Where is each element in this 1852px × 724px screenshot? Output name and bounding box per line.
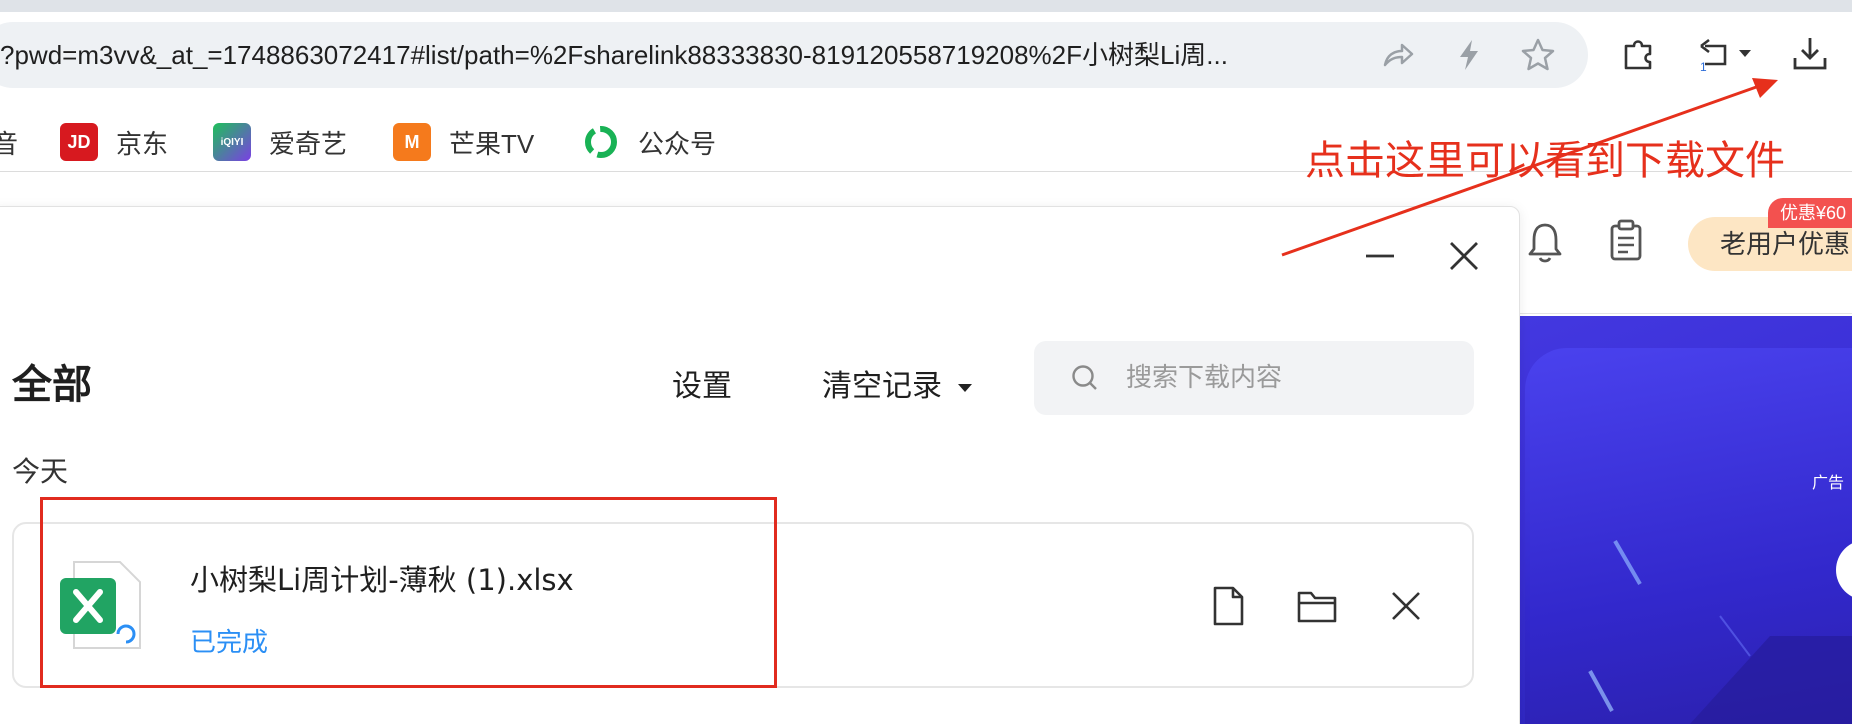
panel-title: 全部 [12, 362, 92, 408]
promo-badge: 优惠¥60 [1768, 198, 1852, 228]
address-url[interactable]: ?pwd=m3vv&_at_=1748863072417#list/path=%… [0, 22, 1330, 88]
bookmark-label: 爱奇艺 [269, 128, 348, 159]
minimize-icon[interactable] [1360, 236, 1400, 276]
open-file-icon[interactable] [1206, 584, 1250, 628]
bookmark-label: 芒果TV [449, 128, 535, 159]
bookmarks-bar: 音 JD 京东 iQIYI 爱奇艺 M 芒果TV 公众号 [0, 116, 900, 168]
close-icon[interactable] [1444, 236, 1484, 276]
share-icon[interactable] [1380, 37, 1416, 73]
clipboard-icon[interactable] [1606, 218, 1646, 262]
search-placeholder: 搜索下载内容 [1126, 363, 1283, 393]
annotation-text: 点击这里可以看到下载文件 [1305, 138, 1785, 184]
section-label-today: 今天 [12, 455, 69, 488]
address-bar[interactable]: ?pwd=m3vv&_at_=1748863072417#list/path=%… [0, 22, 1588, 88]
lightning-icon[interactable] [1451, 37, 1487, 73]
bookmark-jd[interactable]: JD 京东 [60, 116, 168, 168]
bookmark-iqiyi[interactable]: iQIYI 爱奇艺 [213, 116, 347, 168]
search-icon [1070, 363, 1100, 393]
bookmark-music[interactable]: 音 [0, 116, 18, 168]
iqiyi-logo-icon: iQIYI [213, 123, 251, 161]
bookmark-label: 音 [0, 128, 19, 159]
extensions-icon[interactable] [1618, 34, 1658, 74]
mgtv-logo-icon: M [393, 123, 431, 161]
banner-light-streaks [1588, 539, 1852, 724]
star-icon[interactable] [1520, 37, 1556, 73]
jd-logo-icon: JD [60, 123, 98, 161]
clear-records-dropdown[interactable]: 清空记录 [822, 361, 972, 405]
download-icon[interactable] [1790, 34, 1830, 74]
download-search-input[interactable]: 搜索下载内容 [1034, 341, 1474, 415]
undo-count-badge: 1 [1700, 60, 1707, 74]
bookmark-mgtv[interactable]: M 芒果TV [393, 116, 534, 168]
bell-icon[interactable] [1525, 220, 1565, 264]
settings-button[interactable]: 设置 [672, 361, 732, 405]
bookmark-label: 公众号 [638, 128, 717, 159]
open-folder-icon[interactable] [1295, 584, 1339, 628]
highlight-box [40, 497, 777, 688]
bookmark-label: 京东 [116, 128, 169, 159]
window-top-strip [0, 0, 1852, 12]
remove-download-icon[interactable] [1384, 584, 1428, 628]
chevron-down-icon [958, 383, 972, 392]
wechat-official-logo-icon [582, 123, 620, 161]
bookmark-official-account[interactable]: 公众号 [582, 116, 716, 168]
ad-label: 广告 [1812, 475, 1845, 492]
page-divider [1518, 313, 1852, 314]
ad-banner[interactable] [1520, 316, 1852, 724]
clear-records-label: 清空记录 [822, 369, 942, 404]
